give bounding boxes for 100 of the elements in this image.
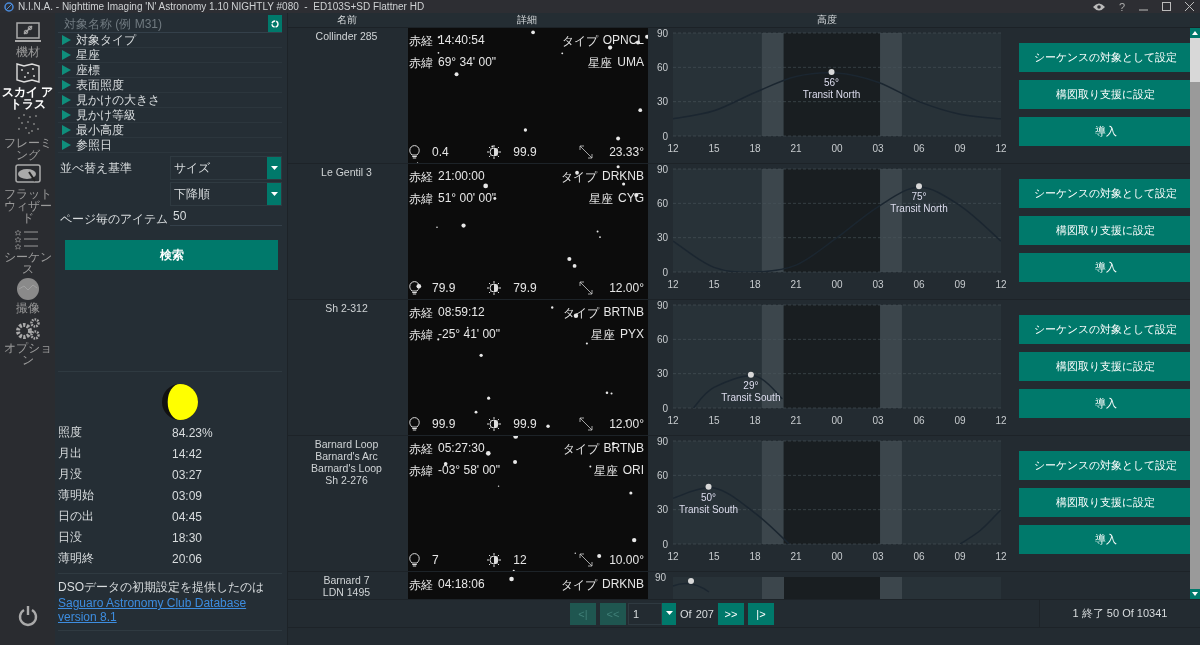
filter-expander[interactable]: 最小高度	[58, 123, 282, 138]
nav-item[interactable]: フレーミング	[0, 112, 55, 163]
set-sequence-target-button[interactable]: シーケンスの対象として設定	[1019, 315, 1190, 344]
transit-label: 29° Transit South	[721, 379, 781, 403]
input-field[interactable]: 50	[170, 207, 282, 226]
tick-label: 90	[656, 436, 668, 447]
field-label: タイプ	[562, 304, 599, 322]
altitude-curve	[959, 508, 1001, 544]
nav-item[interactable]: 撮像	[0, 277, 55, 317]
filter-expander[interactable]: 対象タイプ	[58, 33, 282, 48]
power-icon[interactable]	[16, 605, 39, 627]
set-framing-button[interactable]: 構図取り支援に設定	[1019, 80, 1190, 109]
filter-expander[interactable]: 見かけの大きさ	[58, 93, 282, 108]
sort-dropdown[interactable]: サイズ	[170, 156, 282, 180]
search-field[interactable]: 対象名称 (例 M31)	[64, 16, 268, 31]
order-dropdown[interactable]: 下降順	[170, 182, 282, 206]
nav-item[interactable]: オプション	[0, 317, 55, 368]
scroll-up-button[interactable]	[1190, 28, 1200, 38]
info-label: 照度	[58, 424, 83, 441]
half-sun-icon	[487, 417, 502, 431]
slew-button[interactable]: 導入	[1019, 389, 1190, 418]
set-sequence-target-button[interactable]: シーケンスの対象として設定	[1019, 179, 1190, 208]
laptop-icon	[13, 21, 42, 45]
info-label: 日没	[58, 529, 83, 546]
nav-item[interactable]: シーケンス	[0, 226, 55, 277]
info-value: 84.23%	[172, 425, 214, 440]
tick-label: 09	[954, 551, 966, 562]
tick-label: 03	[872, 551, 884, 562]
nav-item[interactable]: フラットウィザード	[0, 163, 55, 226]
tick-label: 12	[667, 143, 679, 154]
close-icon[interactable]	[1185, 2, 1194, 11]
object-name: Sh 2-312	[325, 302, 368, 314]
page-button[interactable]: |>	[748, 602, 774, 625]
up-arrow-icon	[1192, 31, 1198, 35]
field-label: タイプ	[561, 576, 597, 594]
database-link[interactable]: Saguaro Astronomy Club Database version 8.1	[58, 596, 282, 624]
scrollbar-thumb[interactable]	[1190, 38, 1200, 82]
star-map-icon	[13, 61, 42, 85]
scroll-down-button[interactable]	[1190, 589, 1200, 599]
result-count: 1 終了 50 Of 10341	[1039, 600, 1200, 627]
eye-icon[interactable]	[1092, 2, 1105, 11]
filter-expander[interactable]: 星座	[58, 48, 282, 63]
page-field[interactable]: 1	[628, 602, 662, 625]
column-header: 詳細	[515, 13, 538, 27]
tick-label: 21	[790, 415, 802, 426]
set-framing-button[interactable]: 構図取り支援に設定	[1019, 488, 1190, 517]
filter-expander[interactable]: 見かけ等級	[58, 108, 282, 123]
tick-label: 09	[954, 415, 966, 426]
field-label: 赤経	[409, 168, 433, 186]
stat-value: 99.9	[513, 417, 537, 431]
filter-expander[interactable]: 参照日	[58, 138, 282, 153]
stat-value: 12.00°	[609, 281, 644, 295]
tick-label: 90	[656, 164, 668, 175]
tick-label: 12	[667, 415, 679, 426]
info-value: 03:09	[172, 488, 204, 503]
window-title: N.I.N.A. - Nighttime Imaging 'N' Astronomy 1.10 NIGHTLY #080 - ED103S+SD Flattner HD	[18, 0, 426, 13]
set-framing-button[interactable]: 構図取り支援に設定	[1019, 352, 1190, 381]
transit-dot	[828, 68, 835, 75]
credit-text: DSOデータの初期設定を提供したのは	[58, 579, 265, 596]
light-bulb-icon	[409, 281, 420, 295]
tick-label: 12	[995, 279, 1006, 290]
field-label: 星座	[589, 190, 613, 208]
moon-icon	[160, 382, 200, 422]
set-sequence-target-button[interactable]: シーケンスの対象として設定	[1019, 451, 1190, 480]
tick-label: 12	[667, 551, 679, 562]
set-framing-button[interactable]: 構図取り支援に設定	[1019, 216, 1190, 245]
page-dropdown-button[interactable]	[662, 602, 676, 625]
field-value: 51° 00' 00"	[438, 190, 497, 207]
light-bulb-icon	[409, 417, 420, 431]
transit-label: 56° Transit North	[802, 76, 861, 100]
info-label: 月没	[58, 466, 83, 483]
tick-label: 03	[872, 415, 884, 426]
tick-label: 60	[656, 333, 668, 345]
field-label: 赤経	[409, 32, 433, 50]
tick-label: 30	[656, 96, 668, 108]
object-name: Le Gentil 3	[321, 166, 372, 178]
info-value: 03:27	[172, 467, 204, 482]
slew-button[interactable]: 導入	[1019, 525, 1190, 554]
slew-button[interactable]: 導入	[1019, 253, 1190, 282]
refresh-button[interactable]	[268, 15, 282, 32]
tick-label: 18	[749, 415, 761, 426]
nav-item[interactable]: 機材	[0, 21, 55, 61]
nav-item[interactable]: スカイ アトラス	[0, 61, 55, 112]
stat-value: 99.9	[432, 417, 456, 431]
set-sequence-target-button[interactable]: シーケンスの対象として設定	[1019, 43, 1190, 72]
maximize-icon[interactable]	[1162, 2, 1171, 11]
diagonal-arrow-icon	[579, 281, 594, 295]
filter-expander[interactable]: 座標	[58, 63, 282, 78]
page-button[interactable]: >>	[718, 602, 744, 625]
help-button[interactable]: ?	[1118, 0, 1125, 13]
tick-label: 15	[708, 279, 720, 290]
info-value: 04:45	[172, 509, 204, 524]
tick-label: 15	[708, 143, 720, 154]
refresh-icon	[271, 19, 279, 28]
field-label: タイプ	[561, 32, 598, 50]
field-label: 並べ替え基準	[59, 160, 133, 177]
slew-button[interactable]: 導入	[1019, 117, 1190, 146]
filter-expander[interactable]: 表面照度	[58, 78, 282, 93]
field-value: 04:18:06	[438, 576, 485, 593]
search-button[interactable]: 検索	[65, 240, 278, 270]
